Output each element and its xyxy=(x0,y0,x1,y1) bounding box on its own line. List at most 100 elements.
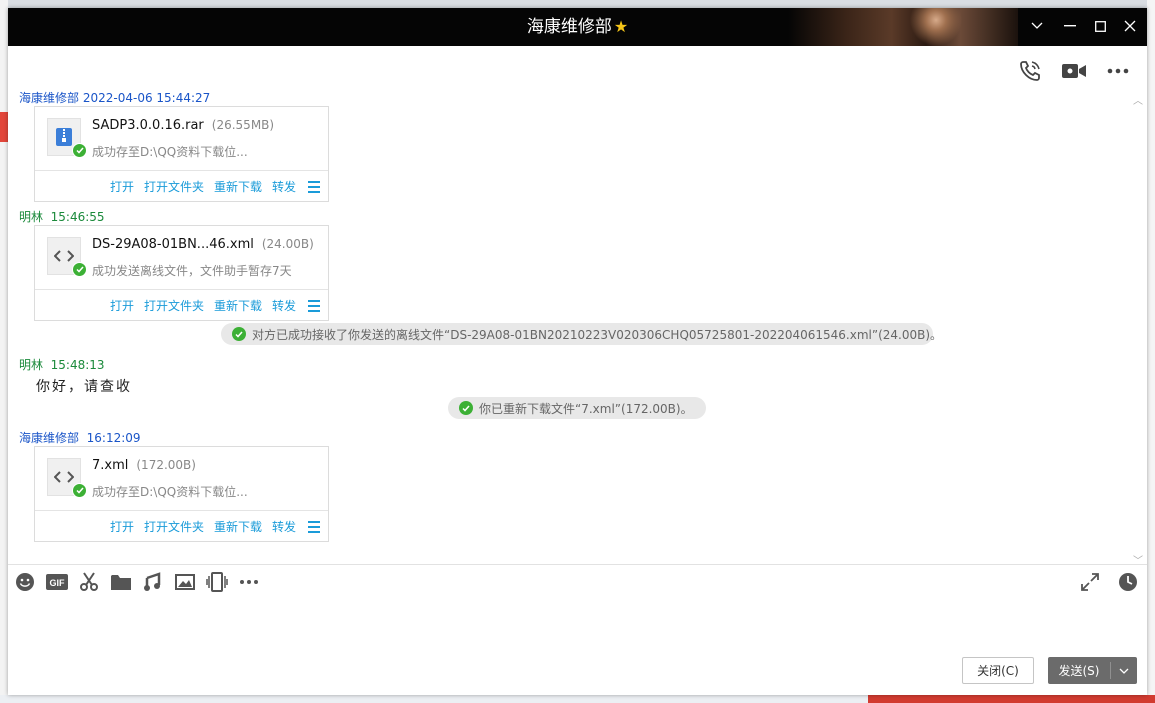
contact-name: 海康维修部 xyxy=(526,17,612,37)
redownload-link[interactable]: 重新下载 xyxy=(214,297,262,314)
more-tools-button[interactable] xyxy=(238,571,260,593)
file-card[interactable]: DS-29A08-01BN...46.xml (24.00B) 成功发送离线文件，… xyxy=(34,225,329,321)
open-file-link[interactable]: 打开 xyxy=(110,518,134,535)
sender-name[interactable]: 明林 xyxy=(19,358,43,372)
shake-icon xyxy=(206,572,228,592)
file-actions: 打开 打开文件夹 重新下载 转发 xyxy=(110,297,320,314)
music-note-icon xyxy=(144,572,161,591)
input-right-tools xyxy=(1079,571,1139,593)
file-size: (24.00B) xyxy=(261,237,314,251)
file-name: SADP3.0.0.16.rar (26.55MB) xyxy=(92,118,274,133)
forward-link[interactable]: 转发 xyxy=(272,178,296,195)
file-menu-icon[interactable] xyxy=(308,520,320,533)
sender-name[interactable]: 明林 xyxy=(19,210,43,224)
input-toolbar: GIF xyxy=(14,571,260,593)
send-file-button[interactable] xyxy=(110,571,132,593)
background-app-bottom-accent xyxy=(868,695,1155,703)
video-call-button[interactable] xyxy=(1061,58,1087,84)
file-name-text: 7.xml xyxy=(92,458,129,473)
close-icon xyxy=(1124,20,1136,32)
star-icon: ★ xyxy=(613,17,629,36)
send-button[interactable]: 发送(S) xyxy=(1048,657,1137,684)
send-button-label: 发送(S) xyxy=(1058,664,1100,678)
shake-window-button[interactable] xyxy=(206,571,228,593)
message-time: 15:48:13 xyxy=(50,358,105,372)
file-name: DS-29A08-01BN...46.xml (24.00B) xyxy=(92,237,314,252)
minimize-button[interactable] xyxy=(1054,8,1086,44)
file-card[interactable]: 7.xml (172.00B) 成功存至D:\QQ资料下载位... 打开 打开文件… xyxy=(34,446,329,542)
redownload-link[interactable]: 重新下载 xyxy=(214,518,262,535)
image-icon xyxy=(175,574,195,590)
clock-icon xyxy=(1119,573,1137,591)
music-button[interactable] xyxy=(142,571,164,593)
scissors-icon xyxy=(80,572,98,591)
file-size: (26.55MB) xyxy=(211,118,275,132)
voice-call-button[interactable] xyxy=(1017,58,1043,84)
message-header: 海康维修部 2022-04-06 15:44:27 xyxy=(19,89,210,106)
sender-name[interactable]: 海康维修部 xyxy=(19,431,79,445)
file-card[interactable]: SADP3.0.0.16.rar (26.55MB) 成功存至D:\QQ资料下载位… xyxy=(34,106,329,202)
background-app-edge xyxy=(0,0,8,703)
expand-input-button[interactable] xyxy=(1079,571,1101,593)
success-check-icon xyxy=(459,401,473,415)
scroll-up-icon[interactable]: ︿ xyxy=(1133,92,1143,107)
screenshot-button[interactable] xyxy=(78,571,100,593)
message-time: 2022-04-06 15:44:27 xyxy=(82,91,211,105)
redownload-link[interactable]: 重新下载 xyxy=(214,178,262,195)
message-list[interactable]: ︿ 海康维修部 2022-04-06 15:44:27 SADP3.0.0.16… xyxy=(8,86,1147,567)
maximize-button[interactable] xyxy=(1084,8,1116,44)
system-notice: 你已重新下载文件“7.xml”(172.00B)。 xyxy=(448,397,706,419)
open-folder-link[interactable]: 打开文件夹 xyxy=(144,297,204,314)
file-status: 成功发送离线文件，文件助手暂存7天 xyxy=(92,264,292,278)
emoji-icon xyxy=(16,573,34,591)
chevron-down-icon xyxy=(1119,668,1129,674)
system-notice-text: 你已重新下载文件“7.xml”(172.00B)。 xyxy=(479,401,693,416)
phone-icon xyxy=(1020,61,1040,81)
open-folder-link[interactable]: 打开文件夹 xyxy=(144,178,204,195)
chat-window: 海康维修部 ★ ︿ 海康维修部 2022-04-06 15:44:27 SADP… xyxy=(8,8,1147,695)
maximize-icon xyxy=(1094,20,1106,32)
file-actions: 打开 打开文件夹 重新下载 转发 xyxy=(110,178,320,195)
window-title: 海康维修部 ★ xyxy=(8,8,1147,46)
emoji-button[interactable] xyxy=(14,571,36,593)
text-message[interactable]: 你好，请查收 xyxy=(36,376,132,396)
system-notice: 对方已成功接收了你发送的离线文件“DS-29A08-01BN20210223V0… xyxy=(221,323,942,345)
minimize-icon xyxy=(1064,25,1076,27)
gif-button[interactable]: GIF xyxy=(46,571,68,593)
file-name: 7.xml (172.00B) xyxy=(92,458,196,473)
open-folder-link[interactable]: 打开文件夹 xyxy=(144,518,204,535)
message-header: 明林 15:48:13 xyxy=(19,356,105,373)
close-window-button[interactable] xyxy=(1114,8,1146,44)
more-options-button[interactable] xyxy=(1105,58,1131,84)
forward-link[interactable]: 转发 xyxy=(272,518,296,535)
success-check-icon xyxy=(72,262,87,277)
folder-icon xyxy=(111,575,131,590)
forward-link[interactable]: 转发 xyxy=(272,297,296,314)
background-app-accent xyxy=(0,112,8,142)
open-file-link[interactable]: 打开 xyxy=(110,297,134,314)
file-size: (172.00B) xyxy=(136,458,196,472)
open-file-link[interactable]: 打开 xyxy=(110,178,134,195)
file-menu-icon[interactable] xyxy=(308,180,320,193)
title-bar[interactable]: 海康维修部 ★ xyxy=(8,8,1147,46)
send-options-dropdown[interactable] xyxy=(1111,668,1137,674)
video-camera-icon xyxy=(1062,64,1086,78)
send-image-button[interactable] xyxy=(174,571,196,593)
sender-name[interactable]: 海康维修部 xyxy=(19,91,79,105)
chevron-down-icon xyxy=(1031,22,1043,29)
success-check-icon xyxy=(232,327,246,341)
svg-text:GIF: GIF xyxy=(50,578,66,588)
message-time: 15:46:55 xyxy=(50,210,105,224)
system-notice-text: 对方已成功接收了你发送的离线文件“DS-29A08-01BN20210223V0… xyxy=(252,327,943,342)
input-divider xyxy=(8,564,1147,565)
file-actions: 打开 打开文件夹 重新下载 转发 xyxy=(110,518,320,535)
collapse-button[interactable] xyxy=(1021,8,1053,44)
file-menu-icon[interactable] xyxy=(308,299,320,312)
message-header: 明林 15:46:55 xyxy=(19,208,105,225)
message-time: 16:12:09 xyxy=(86,431,141,445)
background-app-edge-right xyxy=(1147,0,1155,703)
close-button[interactable]: 关闭(C) xyxy=(962,657,1034,684)
more-dots-icon xyxy=(240,580,258,584)
history-button[interactable] xyxy=(1117,571,1139,593)
expand-icon xyxy=(1081,573,1099,591)
